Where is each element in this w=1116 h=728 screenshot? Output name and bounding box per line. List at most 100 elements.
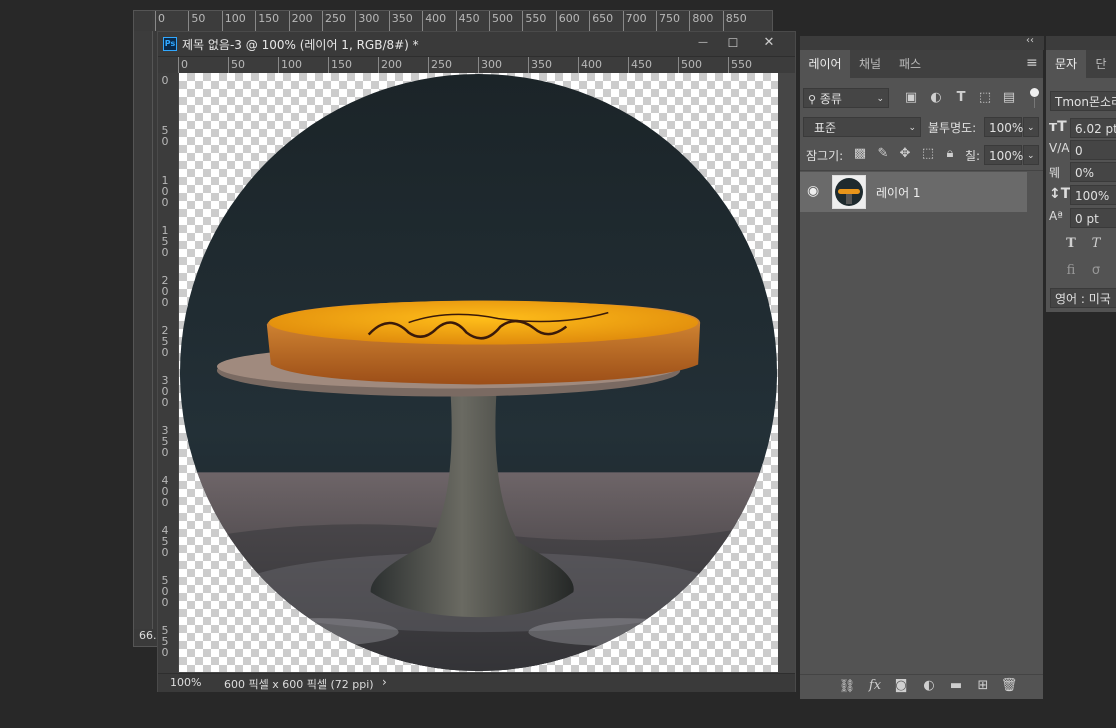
ruler-tick bbox=[221, 11, 223, 31]
language-select[interactable]: 영어 : 미국 bbox=[1050, 288, 1116, 308]
minimize-button[interactable]: — bbox=[690, 34, 716, 52]
vertical-ruler[interactable]: 050100150200250300350400450500550 bbox=[158, 73, 179, 673]
ruler-tick bbox=[255, 11, 257, 31]
ruler-tick bbox=[328, 57, 329, 73]
layer-effects-icon[interactable]: fx bbox=[866, 678, 884, 693]
kerning-input[interactable]: 0 bbox=[1070, 140, 1116, 160]
new-layer-icon[interactable]: ⊞ bbox=[974, 678, 992, 693]
kerning-icon: V/A bbox=[1049, 141, 1070, 155]
tab-paragraph[interactable]: 단 bbox=[1086, 50, 1116, 78]
ruler-tick bbox=[188, 11, 190, 31]
filter-toggle-icon[interactable] bbox=[1030, 88, 1039, 97]
group-folder-icon[interactable]: ▬ bbox=[947, 678, 965, 693]
type-filter-icon[interactable]: T bbox=[952, 90, 970, 105]
vertical-ruler-label: 0 bbox=[161, 396, 169, 409]
zoom-level[interactable]: 100% bbox=[170, 676, 201, 689]
document-window[interactable]: Ps 제목 없음-3 @ 100% (레이어 1, RGB/8#) * — ☐ … bbox=[157, 31, 796, 692]
opacity-dropdown[interactable]: ⌄ bbox=[1023, 117, 1039, 137]
ruler-tick bbox=[322, 11, 323, 31]
chevron-down-icon: ⌄ bbox=[876, 94, 884, 104]
ruler-label: 100 bbox=[281, 58, 302, 71]
adjustment-layer-icon[interactable]: ◐ bbox=[920, 678, 938, 693]
tracking-input[interactable]: 0% bbox=[1070, 162, 1116, 182]
shape-filter-icon[interactable]: ⬚ bbox=[976, 90, 994, 105]
blend-mode-select[interactable]: 표준 ⌄ bbox=[803, 117, 921, 137]
tart-photo-circle[interactable] bbox=[179, 73, 778, 672]
link-layers-icon[interactable]: ⛓︎ bbox=[838, 679, 856, 694]
document-title: 제목 없음-3 @ 100% (레이어 1, RGB/8#) * bbox=[182, 38, 419, 52]
layer-thumbnail[interactable] bbox=[832, 175, 866, 209]
ruler-tick bbox=[555, 11, 557, 31]
lock-transparent-pixels-icon[interactable]: ▩ bbox=[851, 146, 869, 161]
lock-position-icon[interactable]: ✥ bbox=[896, 146, 914, 161]
ligature-icon[interactable]: fi bbox=[1062, 263, 1080, 278]
vertical-ruler-label: 0 bbox=[161, 135, 169, 148]
layer-filter-label: 종류 bbox=[819, 92, 842, 106]
vertical-ruler-label: 0 bbox=[161, 74, 169, 87]
ruler-label: 250 bbox=[325, 12, 346, 25]
ruler-label: 150 bbox=[331, 58, 352, 71]
ruler-label: 600 bbox=[558, 12, 580, 25]
lock-artboard-icon[interactable]: ⬚ bbox=[919, 146, 937, 161]
ruler-tick bbox=[578, 57, 579, 73]
ruler-label: 250 bbox=[431, 58, 452, 71]
vertical-scale-input[interactable]: 100% bbox=[1070, 185, 1116, 205]
background-vertical-ruler bbox=[134, 31, 153, 629]
ruler-tick bbox=[388, 11, 390, 31]
smart-object-filter-icon[interactable]: ▤ bbox=[1000, 90, 1018, 105]
ruler-tick bbox=[656, 11, 657, 31]
panel-menu-icon[interactable]: ≡ bbox=[1026, 55, 1038, 71]
adjustment-filter-icon[interactable]: ◐ bbox=[927, 90, 945, 105]
ruler-label: 350 bbox=[391, 12, 413, 25]
fill-dropdown[interactable]: ⌄ bbox=[1023, 145, 1039, 165]
fill-input[interactable]: 100% bbox=[984, 145, 1023, 165]
layer-thumbnail-image bbox=[835, 178, 863, 206]
background-horizontal-ruler: 0 50 100 150 200 250 300 350 400 450 500 550 600 650 7… bbox=[152, 11, 772, 31]
ruler-label: 400 bbox=[581, 58, 602, 71]
opacity-label: 불투명도: bbox=[928, 121, 977, 135]
tab-character[interactable]: 문자 bbox=[1046, 50, 1086, 78]
tab-paths[interactable]: 패스 bbox=[890, 50, 930, 78]
document-title-bar[interactable]: Ps 제목 없음-3 @ 100% (레이어 1, RGB/8#) * — ☐ … bbox=[158, 32, 795, 57]
font-size-icon: ᴛT bbox=[1049, 119, 1067, 135]
vertical-ruler-label: 0 bbox=[161, 196, 169, 209]
ruler-label: 500 bbox=[492, 12, 513, 25]
ruler-label: 450 bbox=[631, 58, 652, 71]
opacity-input[interactable]: 100% bbox=[984, 117, 1023, 137]
layer-name[interactable]: 레이어 1 bbox=[876, 184, 921, 201]
panel-dock-header-right bbox=[1046, 36, 1116, 50]
transparent-canvas[interactable] bbox=[179, 73, 778, 672]
layer-filter-select[interactable]: ⚲ 종류 ⌄ bbox=[803, 88, 889, 108]
canvas-area[interactable] bbox=[178, 73, 795, 673]
image-filter-icon[interactable]: ▣ bbox=[902, 90, 920, 105]
ruler-label: 200 bbox=[291, 12, 313, 25]
faux-italic-icon[interactable]: T bbox=[1087, 236, 1105, 251]
lock-all-icon[interactable]: 🔒︎ bbox=[941, 146, 959, 161]
ruler-tick bbox=[678, 57, 679, 73]
close-button[interactable]: ✕ bbox=[756, 34, 782, 52]
font-size-input[interactable]: 6.02 pt bbox=[1070, 118, 1116, 138]
photoshop-document-icon: Ps bbox=[163, 37, 177, 51]
ruler-tick bbox=[622, 11, 624, 31]
maximize-button[interactable]: ☐ bbox=[720, 34, 746, 52]
ruler-tick bbox=[478, 57, 479, 73]
lock-image-pixels-icon[interactable]: ✎ bbox=[874, 146, 892, 161]
layer-mask-icon[interactable]: ◙ bbox=[892, 678, 910, 693]
layer-row[interactable]: ◉ 레이어 1 bbox=[800, 172, 1027, 212]
tab-layers[interactable]: 레이어 bbox=[800, 50, 850, 78]
horizontal-ruler[interactable]: 0 50 100 150 200 250 300 350 400 450 500 550 bbox=[178, 57, 795, 73]
layers-bottom-toolbar: ⛓︎ fx ◙ ◐ ▬ ⊞ 🗑︎ bbox=[800, 674, 1043, 699]
baseline-shift-input[interactable]: 0 pt bbox=[1070, 208, 1116, 228]
filter-toggle-stem bbox=[1034, 98, 1035, 108]
panel-divider bbox=[800, 170, 1043, 171]
status-menu-arrow[interactable]: › bbox=[382, 675, 387, 689]
visibility-eye-icon[interactable]: ◉ bbox=[807, 183, 819, 199]
font-family-select[interactable]: Tmon몬소리 bbox=[1050, 91, 1116, 111]
ruler-tick bbox=[722, 11, 724, 31]
faux-bold-icon[interactable]: T bbox=[1062, 236, 1080, 251]
swash-icon[interactable]: σ bbox=[1087, 263, 1105, 278]
collapse-panels-icon[interactable]: ‹‹ bbox=[1026, 35, 1034, 46]
vertical-ruler-label: 0 bbox=[161, 646, 169, 659]
delete-layer-icon[interactable]: 🗑︎ bbox=[1000, 678, 1018, 693]
tab-channels[interactable]: 채널 bbox=[850, 50, 890, 78]
